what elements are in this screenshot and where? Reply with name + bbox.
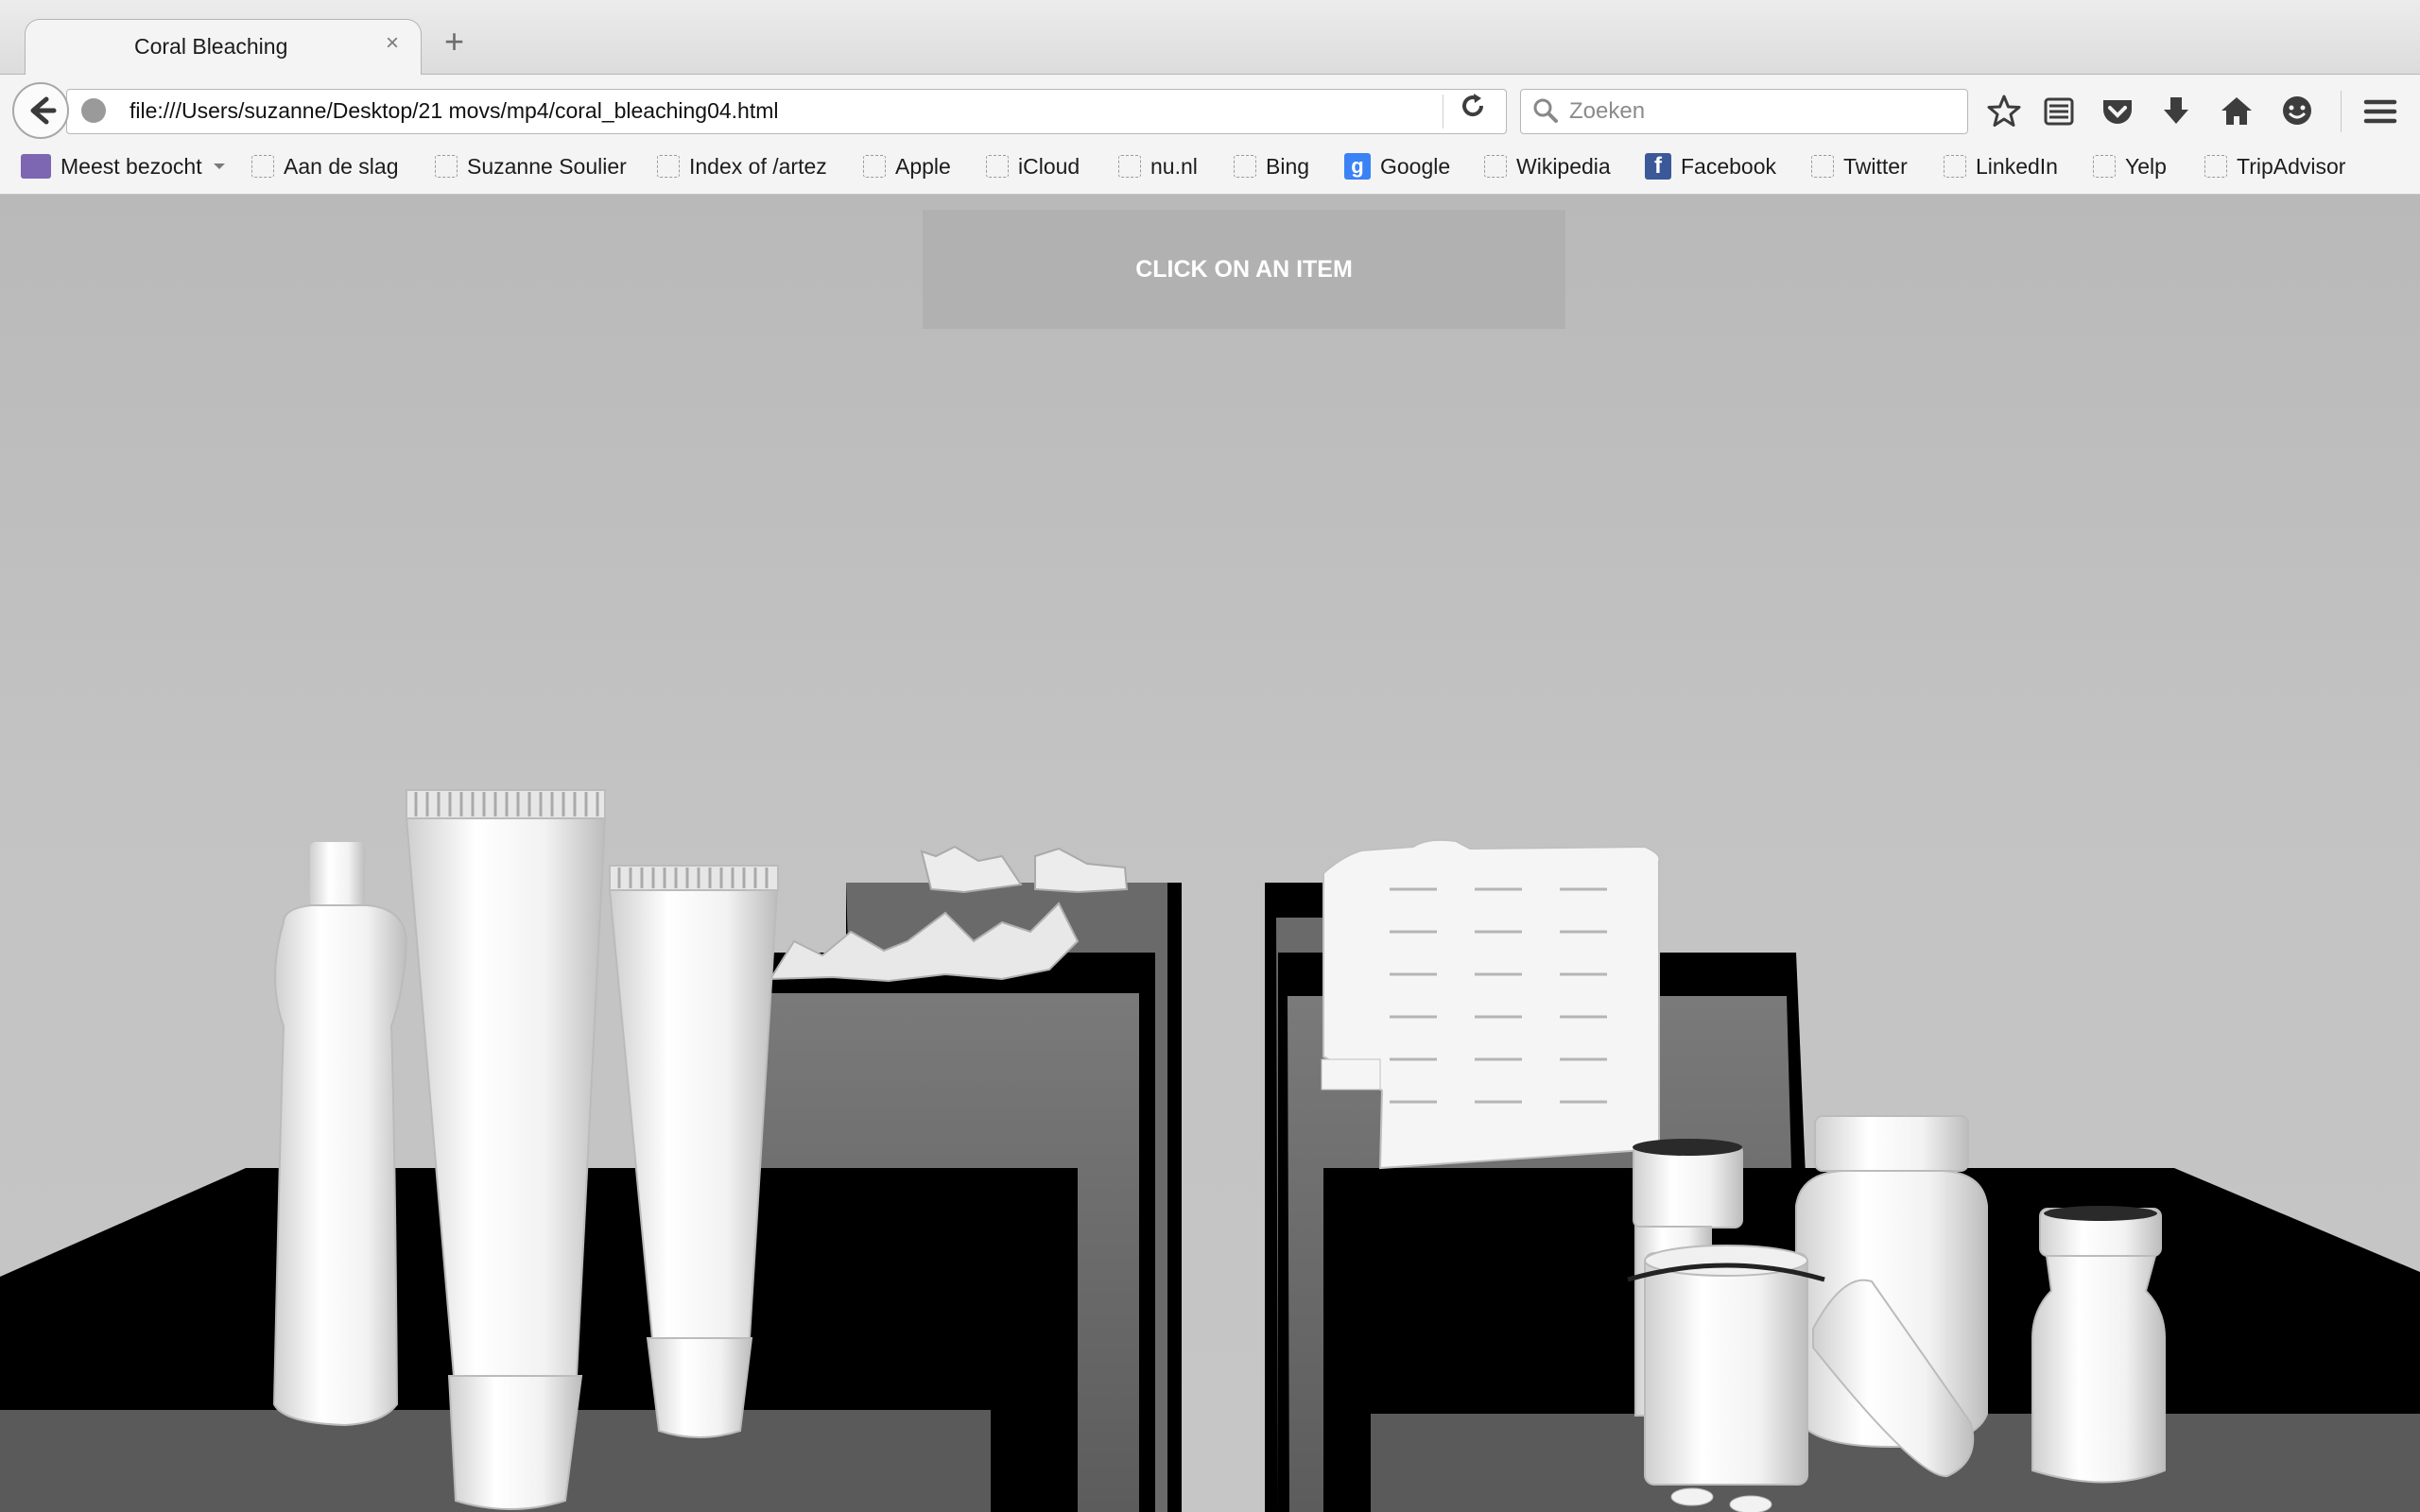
facebook-favicon-icon: f — [1645, 153, 1671, 180]
bookmark-label: Suzanne Soulier — [467, 153, 627, 179]
bookmark-yelp[interactable]: Yelp — [2093, 151, 2167, 181]
toolbar-divider — [2341, 91, 2342, 132]
blank-favicon-icon — [1118, 155, 1141, 178]
bookmark-label: Index of /artez — [689, 153, 827, 179]
site-identity-globe-icon[interactable] — [81, 98, 106, 123]
new-tab-button[interactable]: + — [444, 25, 464, 59]
blank-favicon-icon — [1234, 155, 1256, 178]
bookmark-aan-de-slag[interactable]: Aan de slag — [251, 151, 398, 181]
bookmark-label: Meest bezocht — [60, 153, 202, 179]
bookmark-label: Apple — [895, 153, 951, 179]
bookmark-suzanne-soulier[interactable]: Suzanne Soulier — [435, 151, 627, 181]
reading-list-icon[interactable] — [2040, 93, 2078, 130]
blank-favicon-icon — [1811, 155, 1834, 178]
reload-icon[interactable] — [1458, 91, 1488, 126]
pocket-icon[interactable] — [2099, 93, 2136, 130]
bookmark-star-icon[interactable] — [1985, 93, 2023, 130]
blank-favicon-icon — [2204, 155, 2227, 178]
blank-favicon-icon — [251, 155, 274, 178]
search-icon — [1531, 96, 1560, 129]
home-icon[interactable] — [2218, 93, 2256, 130]
pill-jar-open[interactable] — [1627, 1245, 1825, 1512]
bookmark-bing[interactable]: Bing — [1234, 151, 1309, 181]
blank-favicon-icon — [2093, 155, 2116, 178]
bookmark-twitter[interactable]: Twitter — [1811, 151, 1908, 181]
bookmark-label: TripAdvisor — [2237, 153, 2346, 179]
download-icon[interactable] — [2157, 93, 2195, 130]
vial-bottle[interactable] — [2031, 1206, 2166, 1484]
banner-text: CLICK ON AN ITEM — [1135, 255, 1353, 283]
google-favicon-icon: g — [1344, 153, 1371, 180]
chevron-down-icon — [213, 163, 225, 169]
bookmark-meest-bezocht[interactable]: Meest bezocht — [21, 151, 227, 181]
bookmark-label: Facebook — [1681, 153, 1777, 179]
click-instruction-banner: CLICK ON AN ITEM — [923, 210, 1565, 329]
reload-glyph — [1462, 94, 1484, 117]
bookmark-google[interactable]: g Google — [1344, 151, 1450, 181]
back-arrow-icon — [30, 96, 57, 125]
hello-chat-icon[interactable] — [2278, 93, 2316, 130]
bookmark-label: Aan de slag — [284, 153, 399, 179]
blank-favicon-icon — [435, 155, 458, 178]
bookmark-apple[interactable]: Apple — [863, 151, 951, 181]
bookmark-label: nu.nl — [1150, 153, 1198, 179]
tab-close-icon[interactable]: × — [386, 32, 399, 55]
blank-favicon-icon — [657, 155, 680, 178]
bookmark-label: Bing — [1266, 153, 1310, 179]
url-text[interactable]: file:///Users/suzanne/Desktop/21 movs/mp… — [130, 98, 779, 124]
webgl-scene[interactable] — [0, 195, 2420, 1512]
bookmark-wikipedia[interactable]: Wikipedia — [1484, 151, 1611, 181]
lotion-bottle[interactable] — [272, 842, 408, 1427]
bookmark-label: Twitter — [1843, 153, 1908, 179]
bookmark-label: LinkedIn — [1976, 153, 2058, 179]
bookmark-nu-nl[interactable]: nu.nl — [1118, 151, 1198, 181]
blank-favicon-icon — [1944, 155, 1966, 178]
bookmark-facebook[interactable]: f Facebook — [1645, 151, 1776, 181]
bookmark-icloud[interactable]: iCloud — [986, 151, 1080, 181]
scene-render — [0, 789, 2420, 1512]
bookmark-label: Google — [1380, 153, 1451, 179]
back-button[interactable] — [12, 82, 69, 139]
bookmark-tripadvisor[interactable]: TripAdvisor — [2204, 151, 2345, 181]
menu-icon[interactable] — [2361, 93, 2399, 130]
folder-icon — [21, 154, 51, 179]
bookmark-label: iCloud — [1018, 153, 1080, 179]
blank-favicon-icon — [863, 155, 886, 178]
blank-favicon-icon — [986, 155, 1009, 178]
bookmark-label: Wikipedia — [1516, 153, 1611, 179]
bookmark-index-of-artez[interactable]: Index of /artez — [657, 151, 827, 181]
tab-title: Coral Bleaching — [134, 34, 288, 59]
search-input[interactable]: Zoeken — [1569, 98, 1645, 125]
blank-favicon-icon — [1484, 155, 1507, 178]
bookmark-label: Yelp — [2125, 153, 2167, 179]
bookmark-linkedin[interactable]: LinkedIn — [1944, 151, 2058, 181]
